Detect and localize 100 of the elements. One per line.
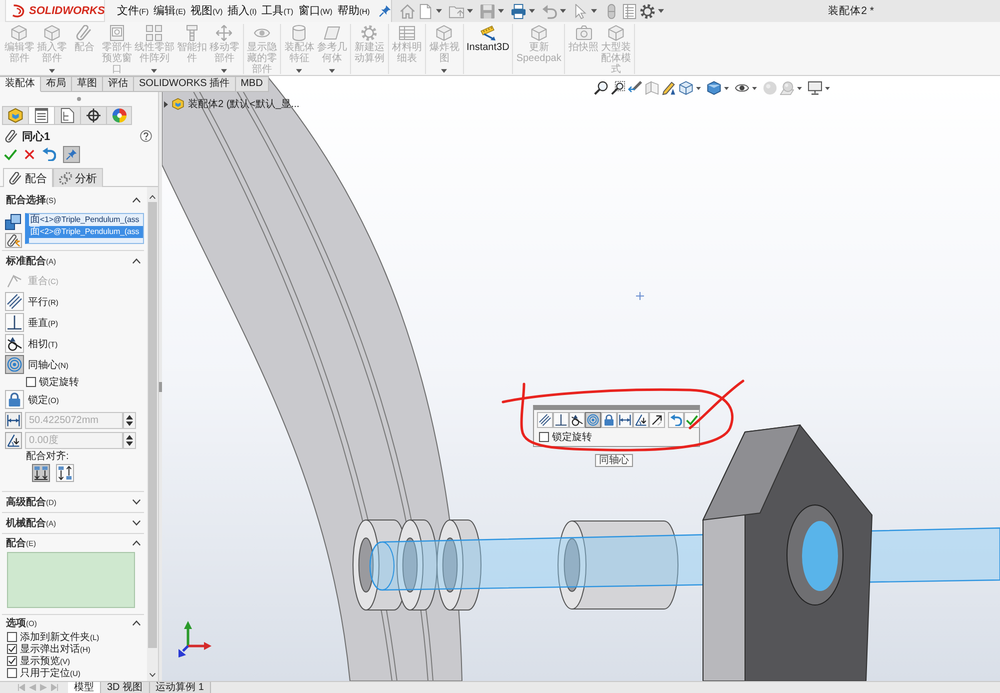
paperclip-icon [5, 130, 18, 142]
move-arrows-icon [216, 25, 232, 41]
caret-icon[interactable] [436, 9, 442, 13]
scrollbar-thumb[interactable] [148, 202, 157, 648]
magnifier-icon[interactable] [594, 81, 608, 95]
caret-icon[interactable] [752, 86, 757, 90]
bottom-tab[interactable]: 3D 视图 [101, 682, 150, 693]
splitter-handle[interactable] [159, 382, 162, 392]
help-icon[interactable] [140, 130, 152, 142]
undo-icon[interactable] [42, 147, 56, 161]
caret-icon[interactable] [825, 86, 830, 90]
window-icon [108, 25, 125, 41]
grip-dot-icon[interactable] [77, 97, 81, 101]
caret-icon[interactable] [724, 86, 729, 90]
angle-icon [5, 432, 22, 448]
command-tab[interactable]: 布局 [41, 76, 72, 92]
cube-icon [8, 108, 23, 123]
scrollbar[interactable] [147, 187, 158, 681]
logo: SOLIDWORKS [5, 0, 105, 22]
align-label: 配合对齐: [25, 450, 70, 463]
panel-tab[interactable] [54, 106, 80, 125]
shaded-cube-icon[interactable] [707, 81, 721, 95]
lock-icon [603, 414, 615, 426]
caret-icon[interactable] [498, 9, 504, 13]
magnifier-frame-icon[interactable] [611, 81, 625, 95]
mate-type-button[interactable] [617, 412, 633, 428]
bottom-tab[interactable]: 运动算例 1 [150, 682, 211, 693]
checkbox[interactable] [7, 644, 17, 654]
selection-list-item[interactable]: 面<1>@Triple_Pendulum_(ass [29, 214, 143, 226]
gear-icon [361, 25, 378, 41]
blocks-icon [5, 214, 21, 230]
checkbox[interactable] [7, 668, 17, 678]
caret-icon[interactable] [529, 9, 535, 13]
chevron-down-icon[interactable] [149, 673, 156, 677]
flip-button[interactable] [649, 412, 665, 428]
caret-icon[interactable] [591, 9, 597, 13]
opposed-arrows-icon[interactable] [56, 464, 74, 482]
monitor-icon[interactable] [808, 81, 822, 95]
document-tree-icon [60, 108, 75, 123]
ribbon-button[interactable]: Instant3D [466, 24, 510, 74]
checkbox[interactable] [26, 377, 36, 387]
panel-tab[interactable] [106, 106, 132, 125]
align-arrows-icon[interactable] [32, 464, 50, 482]
table-icon [398, 25, 415, 41]
command-tab[interactable]: 草图 [72, 76, 103, 92]
distance-icon [5, 412, 22, 428]
close-icon[interactable] [24, 148, 35, 160]
panel-title: 同心1 [22, 130, 50, 144]
undo-button[interactable] [668, 412, 684, 428]
parallel-lines-icon [539, 414, 551, 426]
sheet-icon[interactable] [622, 4, 637, 18]
caret-icon[interactable] [797, 86, 802, 90]
mate-type-button[interactable] [633, 412, 649, 428]
tab[interactable]: 配合 [3, 168, 53, 187]
panel-tab[interactable] [28, 106, 54, 125]
mate-type-button[interactable] [537, 412, 553, 428]
printer-icon[interactable] [511, 4, 526, 18]
pin-icon[interactable] [378, 5, 391, 17]
perpendicular-icon [555, 414, 567, 426]
cube-icon [172, 98, 184, 110]
mate-type-button[interactable] [569, 412, 585, 428]
cube-icon [11, 25, 28, 41]
tree-item[interactable]: 装配体2 (默认<默认_显... [188, 97, 300, 111]
command-tab[interactable]: SOLIDWORKS 插件 [134, 76, 236, 92]
caret-right-icon[interactable] [164, 100, 168, 108]
command-tab[interactable]: 装配体 [0, 76, 41, 92]
distance-icon [619, 414, 631, 426]
checkbox[interactable] [539, 432, 549, 442]
pencil-icon[interactable] [662, 81, 676, 95]
pin-button[interactable] [63, 146, 80, 162]
panel-tab[interactable] [80, 106, 106, 125]
back-arrow-icon[interactable] [628, 81, 642, 95]
spinner-button[interactable] [123, 432, 136, 448]
diagonal-arrow-icon [651, 414, 663, 426]
mate-type-button[interactable] [553, 412, 569, 428]
caret-icon[interactable] [560, 9, 566, 13]
crosshair-icon [86, 108, 101, 123]
cursor-icon[interactable] [573, 4, 588, 18]
settings-icon[interactable] [640, 4, 655, 18]
caret-icon[interactable] [658, 9, 664, 13]
command-tab[interactable]: 评估 [103, 76, 134, 92]
bolt-icon [184, 25, 200, 41]
document-icon[interactable] [418, 4, 433, 18]
checkbox[interactable] [7, 656, 17, 666]
grid-icon [146, 25, 162, 41]
bottom-tab[interactable]: 模型 [68, 682, 101, 693]
cube-icon[interactable] [679, 81, 693, 95]
paperclip-icon [76, 25, 92, 41]
check-icon[interactable] [4, 148, 17, 160]
chevron-up-icon[interactable] [149, 195, 156, 199]
checkbox[interactable] [7, 632, 17, 642]
caret-icon[interactable] [467, 9, 473, 13]
tab[interactable]: 分析 [53, 168, 103, 187]
paperclip-spark-icon[interactable] [5, 233, 22, 248]
command-tab[interactable]: MBD [236, 76, 269, 92]
up-down-arrows-icon [126, 414, 133, 426]
selection-list[interactable]: 面<1>@Triple_Pendulum_(ass 面<2>@Triple_Pendulum_(ass [25, 213, 144, 244]
caret-icon[interactable] [696, 86, 701, 90]
spinner-button[interactable] [123, 412, 136, 428]
up-down-arrows-icon [126, 434, 133, 446]
